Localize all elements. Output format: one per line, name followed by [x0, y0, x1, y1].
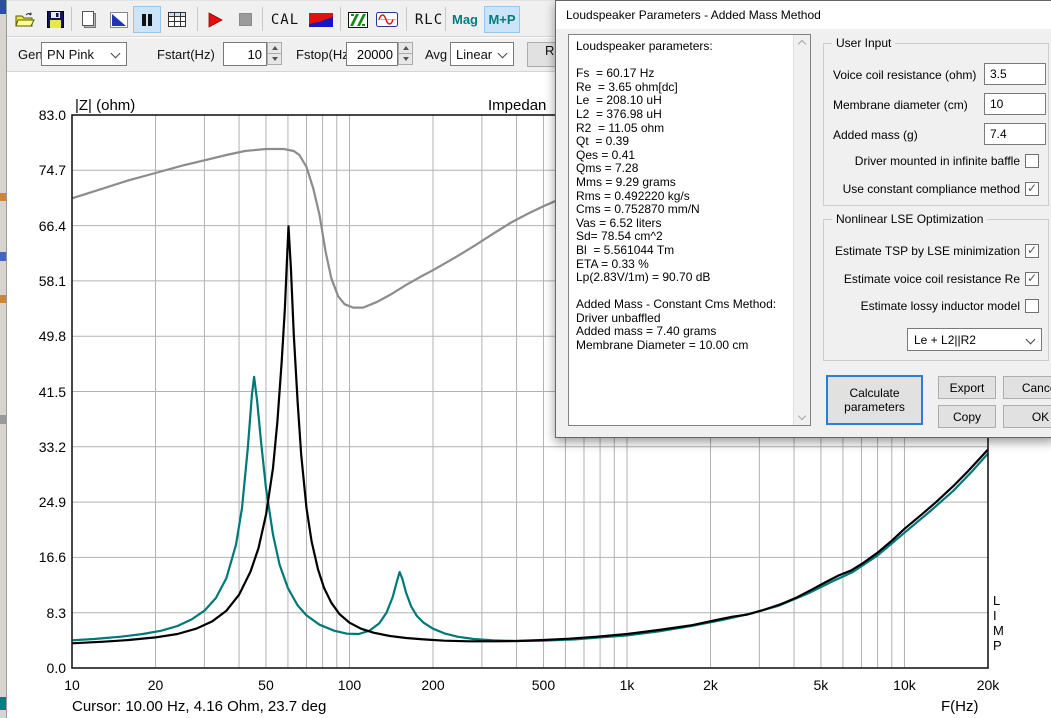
chevron-down-icon: [1026, 335, 1036, 345]
ok-button[interactable]: OK: [1003, 405, 1051, 428]
lse-legend: Nonlinear LSE Optimization: [832, 212, 987, 226]
voice-coil-resistance-label: Voice coil resistance (ohm): [833, 68, 976, 82]
inductor-model-select[interactable]: Le + L2||R2: [907, 328, 1042, 351]
voice-coil-resistance-input[interactable]: [984, 63, 1046, 85]
estimate-tsp-label: Estimate TSP by LSE minimization: [835, 244, 1020, 258]
scroll-up-icon[interactable]: [798, 40, 806, 48]
calculate-parameters-button[interactable]: Calculate parameters: [826, 375, 923, 425]
constant-compliance-checkbox[interactable]: ✓: [1025, 182, 1039, 196]
loudspeaker-parameters-dialog: Loudspeaker Parameters - Added Mass Meth…: [555, 0, 1051, 438]
scroll-down-icon[interactable]: [798, 412, 806, 420]
lse-optimization-group: Nonlinear LSE Optimization Estimate TSP …: [823, 219, 1049, 361]
parameters-textbox[interactable]: Loudspeaker parameters: Fs = 60.17 Hz Re…: [568, 34, 811, 426]
cancel-button[interactable]: Cancel: [1003, 376, 1051, 399]
constant-compliance-label: Use constant compliance method: [843, 182, 1020, 196]
constant-compliance-checkbox-row[interactable]: Use constant compliance method ✓: [843, 182, 1039, 196]
parameters-text: Loudspeaker parameters: Fs = 60.17 Hz Re…: [576, 40, 781, 353]
user-input-group: User Input Voice coil resistance (ohm) M…: [823, 43, 1049, 206]
added-mass-input[interactable]: [984, 123, 1046, 145]
infinite-baffle-checkbox[interactable]: [1025, 154, 1039, 168]
dialog-titlebar[interactable]: Loudspeaker Parameters - Added Mass Meth…: [556, 1, 1051, 29]
parameters-scrollbar[interactable]: [793, 35, 810, 425]
estimate-lossy-checkbox-row[interactable]: Estimate lossy inductor model: [861, 299, 1039, 313]
estimate-lossy-label: Estimate lossy inductor model: [861, 299, 1020, 313]
estimate-lossy-checkbox[interactable]: [1025, 299, 1039, 313]
infinite-baffle-label: Driver mounted in infinite baffle: [855, 154, 1020, 168]
user-input-legend: User Input: [832, 36, 895, 50]
membrane-diameter-label: Membrane diameter (cm): [833, 98, 968, 112]
estimate-tsp-checkbox-row[interactable]: Estimate TSP by LSE minimization ✓: [835, 244, 1039, 258]
checkmark-icon: ✓: [1027, 243, 1037, 257]
membrane-diameter-input[interactable]: [984, 93, 1046, 115]
infinite-baffle-checkbox-row[interactable]: Driver mounted in infinite baffle: [855, 154, 1039, 168]
added-mass-label: Added mass (g): [833, 128, 918, 142]
dialog-title-text: Loudspeaker Parameters - Added Mass Meth…: [566, 8, 821, 22]
copy-button[interactable]: Copy: [938, 405, 996, 428]
checkmark-icon: ✓: [1027, 271, 1037, 285]
checkmark-icon: ✓: [1027, 181, 1037, 195]
estimate-re-checkbox-row[interactable]: Estimate voice coil resistance Re ✓: [844, 272, 1039, 286]
estimate-re-checkbox[interactable]: ✓: [1025, 272, 1039, 286]
export-button[interactable]: Export: [938, 376, 996, 399]
estimate-re-label: Estimate voice coil resistance Re: [844, 272, 1020, 286]
estimate-tsp-checkbox[interactable]: ✓: [1025, 244, 1039, 258]
inductor-model-value: Le + L2||R2: [914, 333, 976, 347]
